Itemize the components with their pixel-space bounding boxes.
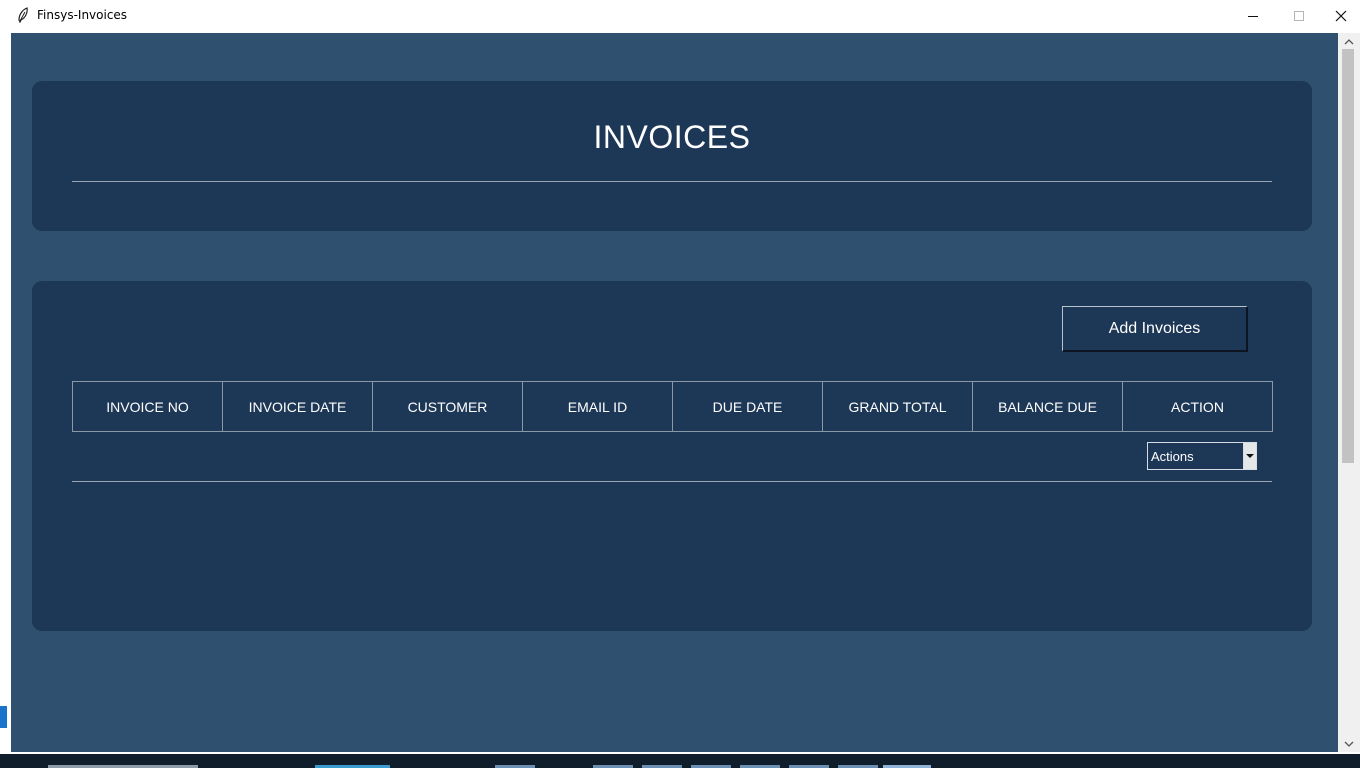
column-header-grand-total: GRAND TOTAL [822, 381, 972, 432]
table-header: INVOICE NO INVOICE DATE CUSTOMER EMAIL I… [72, 381, 1273, 432]
page-title: INVOICES [593, 119, 751, 155]
column-header-customer: CUSTOMER [372, 381, 522, 432]
content-area: INVOICES Add Invoices INVOICE NO INVOICE… [11, 33, 1338, 752]
close-button[interactable] [1322, 0, 1360, 31]
actions-dropdown[interactable]: Actions [1147, 442, 1257, 470]
minimize-button[interactable] [1230, 0, 1276, 31]
column-header-email-id: EMAIL ID [522, 381, 672, 432]
column-header-invoice-date: INVOICE DATE [222, 381, 372, 432]
feather-icon [18, 7, 28, 23]
scroll-down-icon[interactable] [1343, 739, 1355, 749]
title-bar[interactable]: Finsys-Invoices [0, 0, 1360, 31]
app-window: Finsys-Invoices INVOICES Add Invoices IN… [0, 0, 1360, 754]
actions-dropdown-value: Actions [1151, 449, 1194, 464]
header-panel: INVOICES [32, 81, 1312, 231]
maximize-icon [1294, 10, 1304, 21]
taskbar [0, 754, 1360, 768]
scroll-up-icon[interactable] [1343, 37, 1355, 47]
chevron-down-icon [1246, 454, 1254, 458]
column-header-balance-due: BALANCE DUE [972, 381, 1122, 432]
column-header-due-date: DUE DATE [672, 381, 822, 432]
maximize-button[interactable] [1276, 0, 1322, 31]
close-icon [1335, 10, 1347, 21]
column-header-action: ACTION [1122, 381, 1273, 432]
add-invoices-button[interactable]: Add Invoices [1062, 306, 1248, 352]
vertical-scrollbar[interactable] [1338, 33, 1360, 752]
desktop-edge [0, 706, 7, 728]
actions-dropdown-toggle[interactable] [1243, 443, 1256, 469]
window-border [0, 33, 11, 754]
invoices-table-panel: Add Invoices INVOICE NO INVOICE DATE CUS… [32, 281, 1312, 631]
window-title: Finsys-Invoices [37, 8, 128, 22]
scrollbar-thumb[interactable] [1342, 49, 1354, 463]
minimize-icon [1248, 15, 1258, 17]
column-header-invoice-no: INVOICE NO [72, 381, 222, 432]
table-bottom-divider [72, 481, 1272, 482]
header-divider [72, 181, 1272, 182]
